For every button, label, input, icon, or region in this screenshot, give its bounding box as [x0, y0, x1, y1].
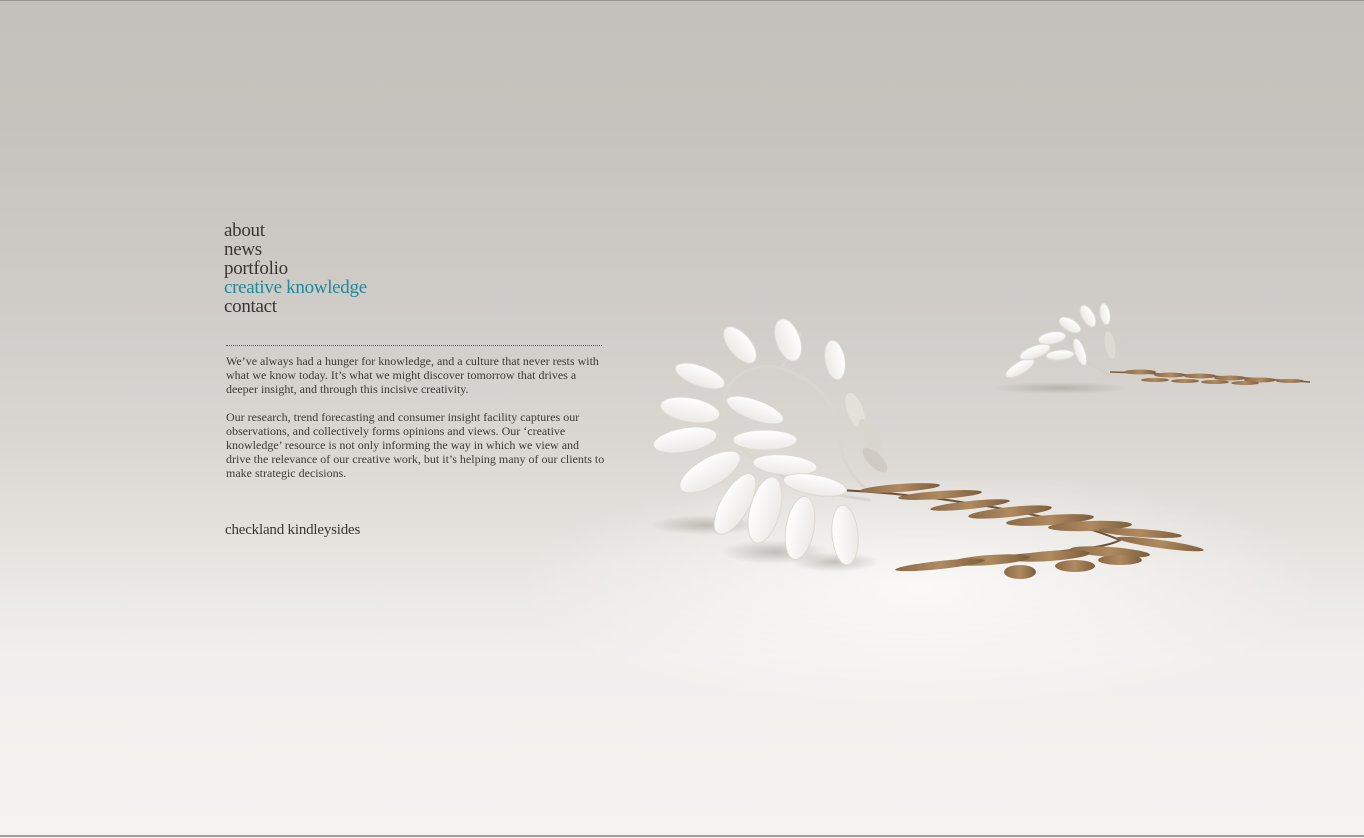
- nav-item-portfolio[interactable]: portfolio: [224, 259, 367, 278]
- brown-frond-large: [839, 483, 1204, 579]
- creative-knowledge-content: We’ve always had a hunger for knowledge,…: [226, 354, 606, 494]
- main-nav: about news portfolio creative knowledge …: [224, 221, 367, 316]
- nav-item-contact[interactable]: contact: [224, 297, 367, 316]
- company-logo-text[interactable]: checkland kindleysides: [225, 522, 360, 539]
- leaf-artwork: [650, 302, 1311, 579]
- intro-paragraph: We’ve always had a hunger for knowledge,…: [226, 354, 599, 396]
- nav-item-news[interactable]: news: [224, 240, 367, 259]
- top-border: [0, 0, 1364, 1]
- nav-item-about[interactable]: about: [224, 221, 367, 240]
- research-paragraph: Our research, trend forecasting and cons…: [226, 410, 605, 480]
- nav-item-creative-knowledge[interactable]: creative knowledge: [224, 278, 367, 297]
- dotted-divider: [226, 345, 602, 346]
- white-frond-small: [1005, 302, 1121, 379]
- bottom-border: [0, 835, 1364, 837]
- brown-frond-small: [1109, 369, 1311, 385]
